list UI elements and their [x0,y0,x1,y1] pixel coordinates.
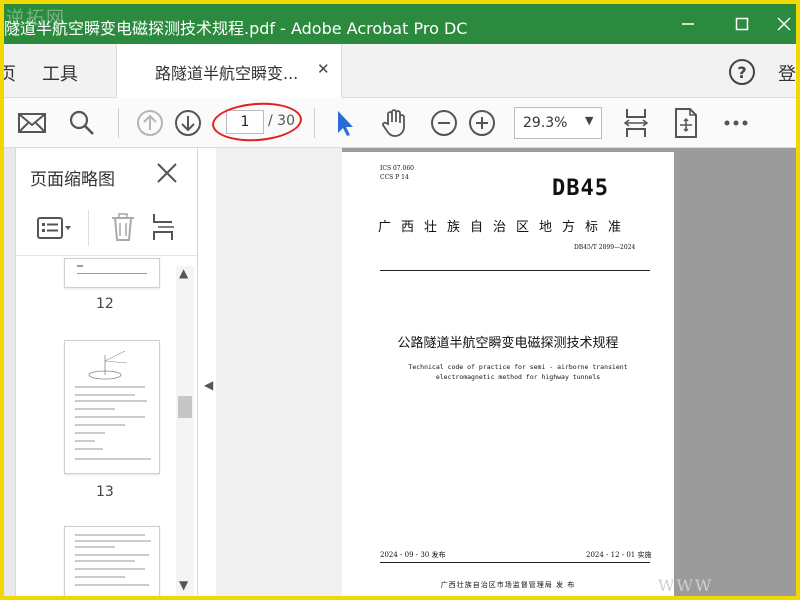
maximize-button[interactable] [722,10,762,38]
document-expand-icon [675,108,697,138]
page-number-input[interactable]: 1 [226,110,264,134]
thumbnail-scrollbar[interactable]: ▲ ▼ [176,266,194,596]
help-button[interactable]: ? [728,58,756,90]
page-size-button[interactable] [150,212,178,246]
list-options-icon [37,217,71,239]
minus-circle-icon [431,110,457,136]
document-margin [216,148,342,596]
fit-width-icon [623,109,649,137]
standard-type: 广西壮族自治区地方标准 [378,220,632,235]
thumbnail-label: 12 [96,296,114,312]
title-bar: 逆拓网 隧道半航空瞬变电磁探测技术规程.pdf - Adobe Acrobat … [4,4,796,44]
arrow-down-circle-icon [175,110,201,136]
scroll-thumb[interactable] [178,396,192,418]
thumbnail-label: 13 [96,484,114,500]
window-title: 隧道半航空瞬变电磁探测技术规程.pdf - Adobe Acrobat Pro … [4,19,468,38]
svg-text:?: ? [737,63,746,82]
cursor-arrow-icon [338,111,353,136]
thumbnail-page-12[interactable] [64,258,160,288]
scroll-up-icon[interactable]: ▲ [179,266,188,280]
header-rule [380,270,650,271]
thumbnail-content [75,534,151,586]
minimize-button[interactable] [668,10,708,38]
panel-close-button[interactable] [156,162,178,188]
collapse-panel-icon[interactable]: ◀ [204,378,213,392]
zoom-out-button[interactable] [428,107,460,139]
toolbar-separator [118,108,119,138]
previous-page-button[interactable] [134,107,166,139]
chevron-down-icon: ▼ [585,114,594,127]
delete-pages-button[interactable] [110,212,136,246]
tab-document-label: 路隧道半航空瞬变... [155,64,299,83]
scroll-down-icon[interactable]: ▼ [179,578,188,592]
maximize-icon [735,17,749,31]
full-screen-button[interactable] [670,107,702,139]
mail-icon [18,113,46,133]
ics-code: ICS 07.060 CCS P 14 [380,164,414,182]
close-icon [157,163,177,183]
options-menu-button[interactable] [36,214,74,246]
watermark: WWW [658,576,714,595]
plus-circle-icon [469,110,495,136]
ellipsis-icon [724,120,748,126]
zoom-in-button[interactable] [466,107,498,139]
trash-icon [112,213,134,241]
arrow-up-circle-icon [137,110,163,136]
thumbnail-content [75,350,151,460]
tab-tools[interactable]: 工具 [42,60,78,86]
fit-page-button[interactable] [620,107,652,139]
thumbnail-page-13[interactable] [64,340,160,474]
minimize-icon [682,23,694,25]
ccs-line: CCS P 14 [380,174,409,181]
standard-number: DB45/T 2899—2024 [574,244,636,251]
document-viewer[interactable]: ICS 07.060 CCS P 14 DB45 广西壮族自治区地方标准 DB4… [216,148,796,596]
panel-title: 页面缩略图 [30,170,115,190]
document-title-cn: 公路隧道半航空瞬变电磁探测技术规程 [397,336,619,351]
standard-code: DB45 [552,176,609,201]
panel-separator [88,210,89,246]
publish-date: 2024 - 09 - 30 发布 [380,551,446,559]
panel-toolbar [16,202,198,256]
sign-in-button[interactable]: 登 [778,60,796,86]
footer-rule [380,562,650,563]
select-tool-button[interactable] [328,107,360,139]
hand-tool-button[interactable] [378,107,410,139]
zoom-level-select[interactable]: 29.3% ▼ [514,107,602,139]
help-icon: ? [729,59,755,85]
implement-date: 2024 - 12 - 01 实施 [586,551,652,559]
left-rail [4,148,16,596]
close-icon [777,17,791,31]
pdf-page: ICS 07.060 CCS P 14 DB45 广西壮族自治区地方标准 DB4… [342,152,674,596]
ics-line: ICS 07.060 [380,165,414,172]
next-page-button[interactable] [172,107,204,139]
tab-document[interactable]: 路隧道半航空瞬变... ✕ [116,44,342,98]
document-title-en: Technical code of practice for semi - ai… [408,363,628,381]
close-window-button[interactable] [764,10,796,38]
toolbar-separator [314,108,315,138]
hand-icon [382,109,405,137]
page-thumbnails-panel: 页面缩略图 12 13 ▲ ▼ [16,148,198,596]
toolbar: 1 / 30 29.3% ▼ [4,98,796,148]
fit-width-icon [153,214,174,240]
more-tools-button[interactable] [720,107,752,139]
thumbnail-page-14[interactable] [64,526,160,596]
page-total: / 30 [268,113,295,129]
tab-bar: 页 工具 路隧道半航空瞬变... ✕ ? 登 [4,44,796,98]
tab-home[interactable]: 页 [4,60,16,86]
issuer: 广西壮族自治区市场监督管理局 发 布 [440,581,576,589]
zoom-value: 29.3% [523,115,568,131]
search-icon [69,110,94,135]
email-button[interactable] [16,107,48,139]
search-button[interactable] [66,107,98,139]
tab-close-button[interactable]: ✕ [317,60,330,78]
acrobat-window: 逆拓网 隧道半航空瞬变电磁探测技术规程.pdf - Adobe Acrobat … [4,4,796,596]
